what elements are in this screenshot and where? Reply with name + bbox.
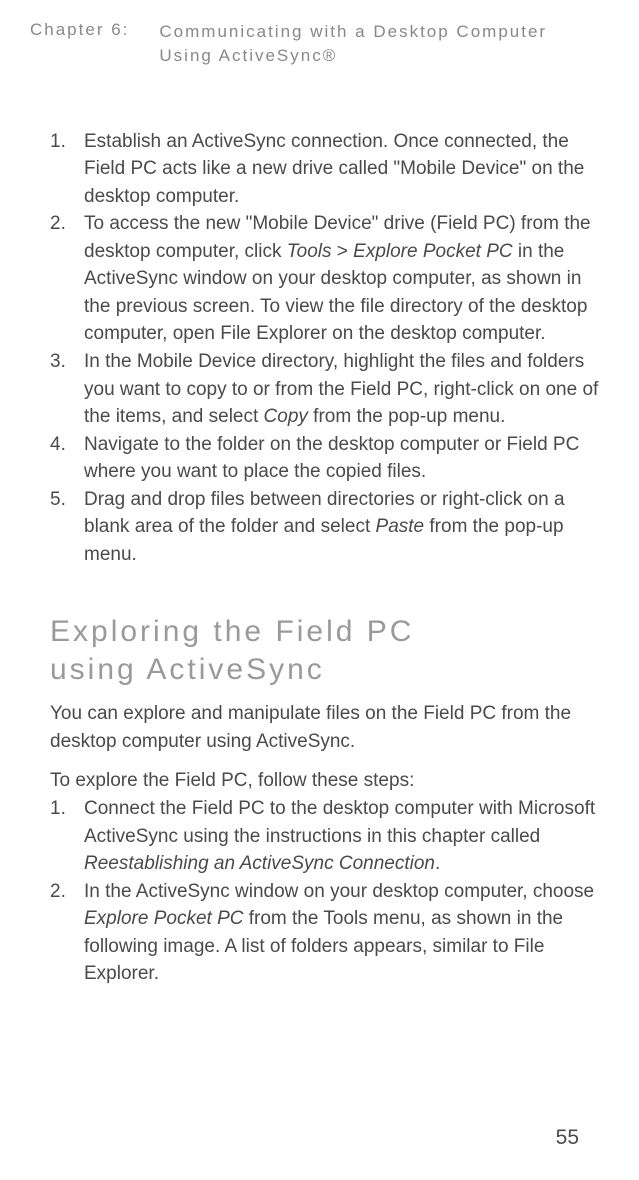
chapter-header: Chapter 6: Communicating with a Desktop …: [30, 20, 609, 68]
italic-term: Reestablishing an ActiveSync Connection: [84, 853, 435, 874]
list-text: Navigate to the folder on the desktop co…: [84, 431, 599, 486]
list-number: 5.: [50, 486, 84, 569]
italic-term: Explore Pocket PC: [84, 908, 243, 929]
list-number: 2.: [50, 878, 84, 988]
text-run: In the ActiveSync window on your desktop…: [84, 881, 594, 902]
intro-paragraph: You can explore and manipulate files on …: [50, 700, 599, 755]
list-item: 4.Navigate to the folder on the desktop …: [50, 431, 599, 486]
italic-term: Tools: [287, 241, 332, 262]
chapter-title-line2: Using ActiveSync®: [159, 44, 547, 68]
list-number: 3.: [50, 348, 84, 431]
list-text: To access the new "Mobile Device" drive …: [84, 210, 599, 348]
italic-term: Copy: [264, 406, 308, 427]
instruction-list-2: 1.Connect the Field PC to the desktop co…: [50, 795, 599, 988]
list-text: Drag and drop files between directories …: [84, 486, 599, 569]
list-item: 2.To access the new "Mobile Device" driv…: [50, 210, 599, 348]
page-content: 1.Establish an ActiveSync connection. On…: [30, 128, 609, 988]
list-item: 3.In the Mobile Device directory, highli…: [50, 348, 599, 431]
list-item: 1.Connect the Field PC to the desktop co…: [50, 795, 599, 878]
list-number: 2.: [50, 210, 84, 348]
text-run: .: [435, 853, 440, 874]
list-text: Establish an ActiveSync connection. Once…: [84, 128, 599, 211]
italic-term: Paste: [376, 516, 425, 537]
text-run: Navigate to the folder on the desktop co…: [84, 434, 579, 483]
page-number: 55: [556, 1126, 579, 1150]
list-item: 2.In the ActiveSync window on your deskt…: [50, 878, 599, 988]
list-number: 1.: [50, 795, 84, 878]
list-text: Connect the Field PC to the desktop comp…: [84, 795, 599, 878]
list-text: In the ActiveSync window on your desktop…: [84, 878, 599, 988]
text-run: Connect the Field PC to the desktop comp…: [84, 798, 595, 847]
chapter-label: Chapter 6:: [30, 20, 129, 68]
list-text: In the Mobile Device directory, highligh…: [84, 348, 599, 431]
text-run: Establish an ActiveSync connection. Once…: [84, 131, 584, 207]
section-heading: Exploring the Field PC using ActiveSync: [50, 613, 599, 688]
section-heading-line1: Exploring the Field PC: [50, 615, 414, 648]
text-run: from the pop-up menu.: [308, 406, 506, 427]
list-number: 4.: [50, 431, 84, 486]
italic-term: Explore Pocket PC: [353, 241, 512, 262]
chapter-title: Communicating with a Desktop Computer Us…: [159, 20, 547, 68]
text-run: >: [331, 241, 353, 262]
chapter-title-line1: Communicating with a Desktop Computer: [159, 20, 547, 44]
section-heading-line2: using ActiveSync: [50, 653, 325, 686]
steps-intro: To explore the Field PC, follow these st…: [50, 767, 599, 795]
instruction-list-1: 1.Establish an ActiveSync connection. On…: [50, 128, 599, 569]
list-item: 1.Establish an ActiveSync connection. On…: [50, 128, 599, 211]
list-item: 5.Drag and drop files between directorie…: [50, 486, 599, 569]
list-number: 1.: [50, 128, 84, 211]
